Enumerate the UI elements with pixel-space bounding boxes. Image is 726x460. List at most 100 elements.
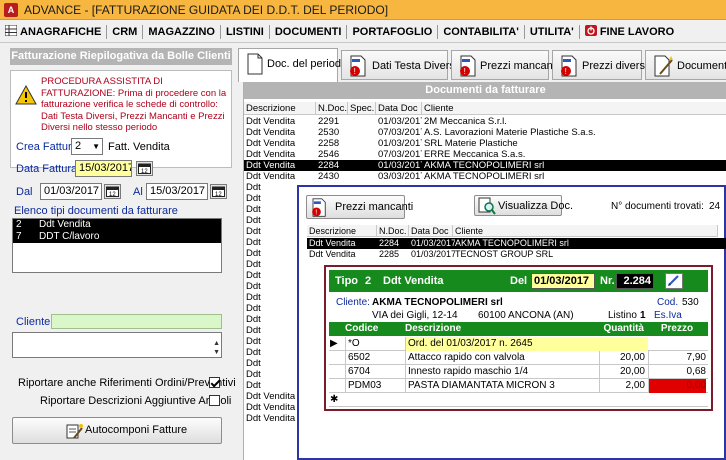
crea-fattura-desc: Fatt. Vendita [108,141,170,153]
table-row[interactable]: Ddt Vendita 2530 07/03/2017 A.S. Lavorazion… [244,127,726,138]
column-header[interactable]: Descrizione [244,102,316,115]
indirizzo: VIA dei Gigli, 12-14 [372,310,458,321]
tab-prezzi-mancanti[interactable]: ! Prezzi mancanti [451,50,558,80]
column-header[interactable]: N.Doc. [316,102,348,115]
dal-input[interactable]: 01/03/2017 [40,183,102,200]
column-header[interactable]: Spec. [348,102,376,115]
table-cell: 2,00 [599,379,645,393]
table-cell: Ddt Vendita [246,138,296,149]
al-input[interactable]: 15/03/2017 [146,183,208,200]
table-cell: 2546 [318,149,340,160]
window-title: ADVANCE - [FATTURAZIONE GUIDATA DEI D.D.… [24,3,389,17]
table-row[interactable]: Ddt Vendita 2546 07/03/2017 ERRE Meccanica … [244,149,726,160]
column-header[interactable]: Codice [341,322,403,336]
magnifier-icon [478,197,496,215]
column-header[interactable]: Cliente [422,102,726,115]
edit-button[interactable] [665,273,683,289]
tipo-desc: Ddt Vendita [383,275,444,287]
tab-prezzi-diversi[interactable]: ! Prezzi diversi [552,50,647,80]
citta: 60100 ANCONA (AN) [478,310,574,321]
table-row[interactable]: 6704 Innesto rapido maschio 1/4 20,00 0,68 [329,365,708,379]
table-cell: 0,00 [648,379,706,393]
table-cell: 2284 [318,160,340,171]
menu-listini[interactable]: LISTINI [221,24,270,39]
column-header[interactable]: Data Doc [376,102,422,115]
doc-types-list[interactable]: 2 Ddt Vendita 7 DDT C/lavoro [12,218,222,273]
column-header[interactable]: Descrizione [403,322,598,336]
cliente-input[interactable] [51,314,222,329]
list-item[interactable]: 7 DDT C/lavoro [13,231,221,243]
table-cell: 2291 [318,116,340,127]
column-header[interactable]: Cliente [453,225,718,237]
data-fattura-label: Data Fattura [16,163,78,175]
table-row[interactable]: Ddt Vendita 2285 01/03/2017 TECNOST GROUP S… [307,249,726,260]
data-fattura-input[interactable]: 15/03/2017 [75,160,132,177]
table-cell: TECNOST GROUP SRL [455,249,554,259]
column-header[interactable]: Descrizione [307,225,377,237]
table-row[interactable]: PDM03 PASTA DIAMANTATA MICRON 3 2,00 0,00 [329,379,708,393]
table-row[interactable]: Ddt Vendita 2430 03/03/2017 AKMA TECNOPOLIM… [244,171,726,182]
column-header[interactable]: Quantità [598,322,646,336]
cliente-dropdown[interactable]: ▲ ▼ [12,332,222,358]
menu-fine-lavoro[interactable]: FINE LAVORO [580,24,679,39]
table-cell: 6704 [345,365,403,379]
document-warning-icon: ! [312,198,326,217]
nr-label: Nr. [600,275,615,287]
del-input[interactable]: 01/03/2017 [531,273,595,289]
n-trovati-value: 24 [709,201,721,212]
table-cell: SRL Materie Plastiche [424,138,518,149]
table-cell: Ddt Vendita [246,116,296,127]
list-item[interactable]: 2 Ddt Vendita [13,219,221,231]
menu-contabilita[interactable]: CONTABILITA' [438,24,525,39]
menu-utilita[interactable]: UTILITA' [525,24,580,39]
column-header[interactable]: N.Doc. [377,225,409,237]
wizard-icon [654,55,673,77]
calendar-icon: 12 [138,163,151,174]
menu-bar: ANAGRAFICHE CRM MAGAZZINO LISTINI DOCUME… [0,21,726,43]
pencil-icon [668,275,679,286]
table-cell: AKMA TECNOPOLIMERI srl [424,160,545,171]
nr-input[interactable]: 2.284 [616,273,654,289]
tab-doc-periodo[interactable]: Doc. del periodo [238,48,347,82]
riportare-rif-checkbox[interactable] [209,377,220,388]
menu-magazzino[interactable]: MAGAZZINO [143,24,221,39]
warning-icon [15,85,37,105]
riportare-desc-checkbox[interactable] [209,395,220,406]
calendar-button[interactable]: 12 [104,184,121,199]
tab-dati-testa[interactable]: ! Dati Testa Diversi [341,50,457,80]
table-row[interactable]: ▶ *O Ord. del 01/03/2017 n. 2645 [329,337,708,351]
table-cell: Ddt Vendita [309,249,356,259]
visualizza-doc-label: Visualizza Doc. [498,200,573,212]
doc-type-name: DDT C/lavoro [39,231,100,242]
table-cell: Attacco rapido con valvola [405,351,597,365]
menu-anagrafiche[interactable]: ANAGRAFICHE [0,24,108,39]
al-label: Al [133,186,143,198]
table-row[interactable]: Ddt Vendita 2284 01/03/2017 AKMA TECNOPOLIM… [307,238,726,249]
table-cell: 07/03/2017 [378,149,422,160]
menu-portafoglio[interactable]: PORTAFOGLIO [347,24,439,39]
autocomponi-button[interactable]: Autocomponi Fatture [12,417,222,444]
menu-documenti[interactable]: DOCUMENTI [270,24,348,39]
menu-crm[interactable]: CRM [107,24,144,39]
table-cell: 0,68 [648,365,706,379]
n-trovati-label: N° documenti trovati: [611,201,704,212]
table-row[interactable]: 6502 Attacco rapido con valvola 20,00 7,90 [329,351,708,365]
table-cell: 7,90 [648,351,706,365]
listino-value: 1 [640,310,646,321]
column-header[interactable]: Prezzo [646,322,708,336]
calendar-button[interactable]: 12 [136,161,153,176]
column-header[interactable]: Data Doc [409,225,453,237]
table-row[interactable]: Ddt Vendita 2258 01/03/2017 SRL Materie Pla… [244,138,726,149]
visualizza-doc-button[interactable]: Visualizza Doc. [474,195,573,216]
prezzi-mancanti-button[interactable]: ! Prezzi mancanti [306,195,413,219]
cliente-label: Cliente [16,316,51,328]
table-row[interactable]: Ddt Vendita 2284 01/03/2017 AKMA TECNOPOLIM… [244,160,726,171]
tab-documenti[interactable]: Documenti [645,50,726,80]
crea-fattura-select[interactable]: 2 ▼ [71,138,103,155]
table-row[interactable]: ✱ [329,393,708,407]
documents-header: Documenti da fatturare [244,82,726,99]
table-row[interactable]: Ddt Vendita 2291 01/03/2017 2M Meccanica S.… [244,116,726,127]
table-cell: Innesto rapido maschio 1/4 [405,365,597,379]
calendar-button[interactable]: 12 [210,184,227,199]
menu-label: LISTINI [225,25,264,38]
